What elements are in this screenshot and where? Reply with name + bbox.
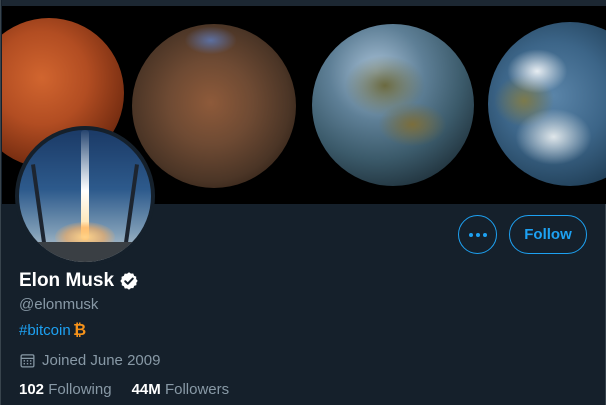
- launch-pad: [19, 242, 151, 262]
- launch-tower-right: [123, 164, 139, 250]
- planet-mars-terraforming-2: [312, 24, 474, 186]
- planet-earthlike: [488, 22, 606, 186]
- joined-date: Joined June 2009: [42, 352, 161, 369]
- launch-tower-left: [31, 164, 47, 250]
- more-horizontal-icon: [468, 232, 473, 237]
- follow-button[interactable]: Follow: [509, 215, 587, 254]
- banner-top-edge: [2, 0, 606, 6]
- more-horizontal-icon-dot: [482, 232, 487, 237]
- profile-stats: 102 Following 44M Followers: [19, 381, 229, 398]
- followers-count: 44M: [131, 381, 161, 398]
- more-options-button[interactable]: [458, 215, 497, 254]
- avatar[interactable]: [15, 126, 155, 266]
- calendar-icon: [20, 354, 35, 368]
- following-link[interactable]: 102 Following: [19, 381, 112, 398]
- profile-joined: Joined June 2009: [19, 352, 160, 369]
- profile-handle: @elonmusk: [19, 296, 99, 313]
- following-label: Following: [48, 381, 112, 398]
- bio-hashtag-link[interactable]: #bitcoin: [19, 322, 71, 339]
- profile-name-row: Elon Musk: [19, 270, 139, 292]
- profile-panel: Follow Elon Musk @elonmusk #bitcoin ₿ Jo…: [0, 0, 606, 405]
- bitcoin-icon: ₿: [73, 321, 87, 339]
- verified-badge-icon: [120, 272, 138, 290]
- more-horizontal-icon-dot: [475, 232, 480, 237]
- followers-link[interactable]: 44M Followers: [132, 381, 230, 398]
- planet-mars-terraforming-1: [132, 24, 296, 188]
- profile-name: Elon Musk: [19, 270, 115, 291]
- profile-bio: #bitcoin ₿: [19, 321, 87, 340]
- following-count: 102: [19, 381, 45, 398]
- followers-label: Followers: [164, 381, 230, 398]
